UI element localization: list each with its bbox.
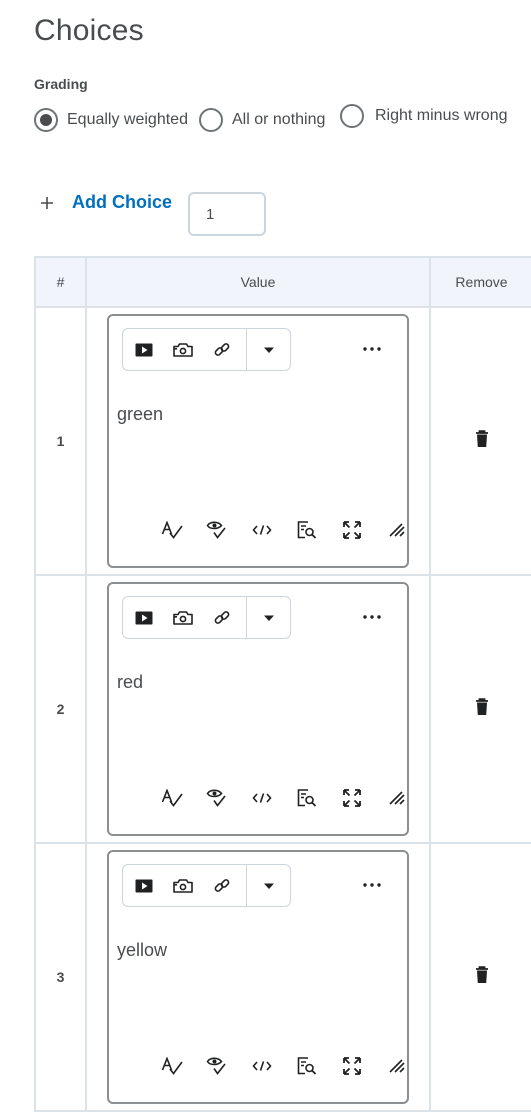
video-icon[interactable] bbox=[125, 866, 164, 906]
radio-all-or-nothing[interactable]: All or nothing bbox=[199, 108, 325, 132]
remove-cell bbox=[429, 306, 531, 576]
more-icon[interactable] bbox=[357, 338, 387, 360]
source-code-icon[interactable] bbox=[239, 1054, 284, 1078]
radio-button[interactable] bbox=[340, 104, 364, 128]
camera-icon[interactable] bbox=[164, 330, 203, 370]
add-choice-row: Add Choice bbox=[40, 192, 172, 213]
trash-icon[interactable] bbox=[475, 965, 489, 984]
spellcheck-icon[interactable] bbox=[149, 786, 194, 810]
grading-label: Grading bbox=[34, 76, 88, 92]
link-icon[interactable] bbox=[203, 330, 242, 370]
editor-content[interactable]: yellow bbox=[117, 940, 167, 961]
choice-number: 2 bbox=[34, 574, 87, 844]
choice-value-cell: green bbox=[85, 306, 431, 576]
column-header-value: Value bbox=[85, 256, 431, 308]
chevron-down-icon[interactable] bbox=[247, 598, 290, 638]
editor-toolbar bbox=[122, 328, 291, 371]
source-code-icon[interactable] bbox=[239, 518, 284, 542]
choice-number: 3 bbox=[34, 842, 87, 1112]
radio-button[interactable] bbox=[199, 108, 223, 132]
link-icon[interactable] bbox=[203, 866, 242, 906]
remove-cell bbox=[429, 574, 531, 844]
radio-label: Equally weighted bbox=[67, 111, 188, 128]
editor-toolbar bbox=[122, 596, 291, 639]
spellcheck-icon[interactable] bbox=[149, 518, 194, 542]
resize-handle-icon[interactable] bbox=[374, 786, 419, 810]
resize-handle-icon[interactable] bbox=[374, 1054, 419, 1078]
chevron-down-icon[interactable] bbox=[247, 866, 290, 906]
choices-table: # Value Remove 1 green 2 red 3 yellow bbox=[34, 256, 531, 1112]
fullscreen-icon[interactable] bbox=[329, 518, 374, 542]
editor-status-bar bbox=[149, 1054, 419, 1078]
accessibility-check-icon[interactable] bbox=[194, 1054, 239, 1078]
editor-status-bar bbox=[149, 518, 419, 542]
source-code-icon[interactable] bbox=[239, 786, 284, 810]
radio-right-minus-wrong[interactable]: Right minus wrong bbox=[340, 104, 508, 128]
table-row: 3 yellow bbox=[34, 842, 531, 1112]
table-header-row: # Value Remove bbox=[34, 256, 531, 308]
preview-icon[interactable] bbox=[284, 786, 329, 810]
fullscreen-icon[interactable] bbox=[329, 786, 374, 810]
choice-count-input[interactable] bbox=[188, 192, 266, 236]
accessibility-check-icon[interactable] bbox=[194, 518, 239, 542]
column-header-remove: Remove bbox=[429, 256, 531, 308]
resize-handle-icon[interactable] bbox=[374, 518, 419, 542]
trash-icon[interactable] bbox=[475, 429, 489, 448]
preview-icon[interactable] bbox=[284, 1054, 329, 1078]
page-title: Choices bbox=[34, 14, 144, 47]
fullscreen-icon[interactable] bbox=[329, 1054, 374, 1078]
spellcheck-icon[interactable] bbox=[149, 1054, 194, 1078]
trash-icon[interactable] bbox=[475, 697, 489, 716]
more-icon[interactable] bbox=[357, 874, 387, 896]
column-header-number: # bbox=[34, 256, 87, 308]
more-icon[interactable] bbox=[357, 606, 387, 628]
table-row: 2 red bbox=[34, 574, 531, 844]
accessibility-check-icon[interactable] bbox=[194, 786, 239, 810]
preview-icon[interactable] bbox=[284, 518, 329, 542]
rich-text-editor[interactable]: yellow bbox=[107, 850, 409, 1104]
video-icon[interactable] bbox=[125, 330, 164, 370]
choice-value-cell: yellow bbox=[85, 842, 431, 1112]
editor-content[interactable]: red bbox=[117, 672, 143, 693]
editor-status-bar bbox=[149, 786, 419, 810]
video-icon[interactable] bbox=[125, 598, 164, 638]
choice-number: 1 bbox=[34, 306, 87, 576]
link-icon[interactable] bbox=[203, 598, 242, 638]
add-choice-button[interactable]: Add Choice bbox=[72, 192, 172, 213]
remove-cell bbox=[429, 842, 531, 1112]
chevron-down-icon[interactable] bbox=[247, 330, 290, 370]
rich-text-editor[interactable]: green bbox=[107, 314, 409, 568]
choice-value-cell: red bbox=[85, 574, 431, 844]
radio-label: All or nothing bbox=[232, 111, 326, 128]
table-row: 1 green bbox=[34, 306, 531, 576]
editor-toolbar bbox=[122, 864, 291, 907]
radio-equally-weighted[interactable]: Equally weighted bbox=[34, 108, 188, 132]
camera-icon[interactable] bbox=[164, 866, 203, 906]
radio-button[interactable] bbox=[34, 108, 58, 132]
rich-text-editor[interactable]: red bbox=[107, 582, 409, 836]
plus-icon[interactable] bbox=[40, 196, 60, 210]
radio-label: Right minus wrong bbox=[375, 107, 508, 124]
camera-icon[interactable] bbox=[164, 598, 203, 638]
editor-content[interactable]: green bbox=[117, 404, 163, 425]
